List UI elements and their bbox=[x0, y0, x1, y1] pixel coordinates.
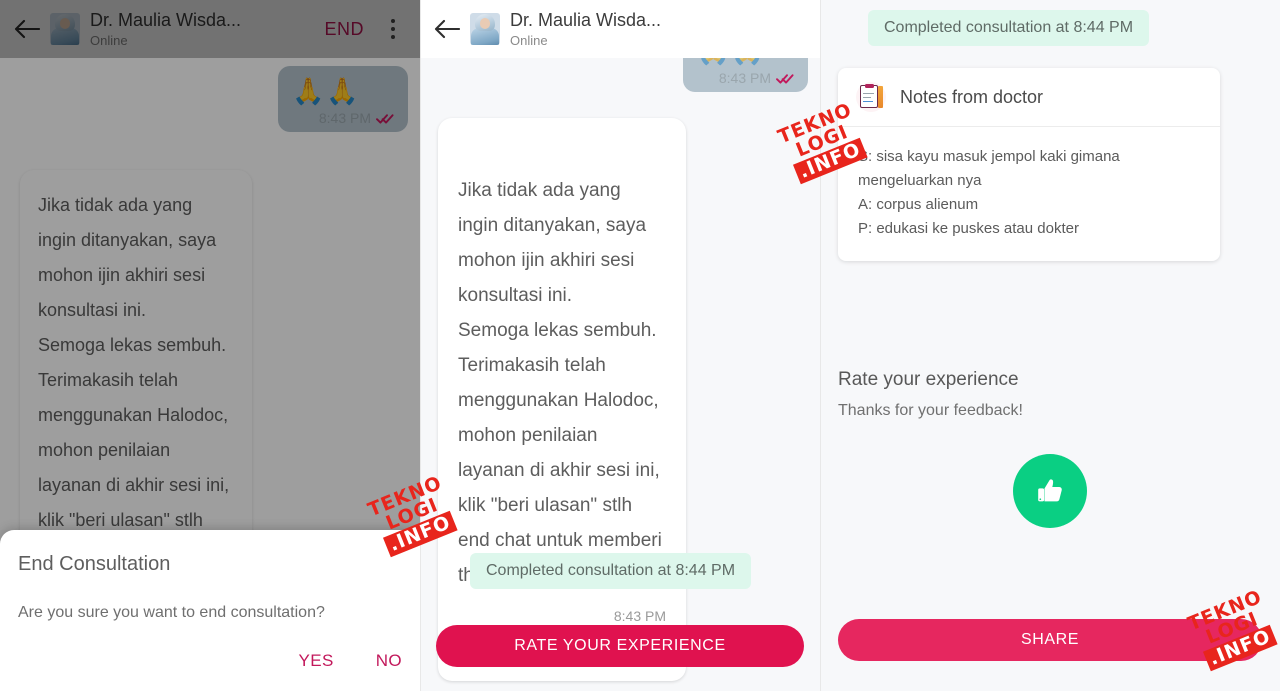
notes-card-body: S: sisa kayu masuk jempol kaki gimana me… bbox=[858, 148, 1120, 237]
chat-header-panel2: Dr. Maulia Wisda... Online bbox=[420, 0, 820, 58]
back-arrow-icon[interactable] bbox=[14, 16, 40, 42]
doctor-name: Dr. Maulia Wisda... bbox=[90, 10, 242, 30]
chat-header-panel1: Dr. Maulia Wisda... Online END bbox=[0, 0, 420, 58]
back-arrow-icon[interactable] bbox=[434, 16, 460, 42]
rate-your-experience-button[interactable]: RATE YOUR EXPERIENCE bbox=[436, 625, 804, 667]
chat-body-panel3: Completed consultation at 8:44 PM Notes … bbox=[820, 0, 1280, 691]
three-panel-screenshot: Dr. Maulia Wisda... Online END 🙏🙏 8:43 P… bbox=[0, 0, 1280, 691]
received-message-bubble: Jika tidak ada yang ingin ditanyakan, sa… bbox=[438, 118, 686, 681]
notes-card-header: Notes from doctor bbox=[838, 68, 1220, 126]
doctor-status: Online bbox=[510, 33, 548, 48]
panel-end-consultation-dialog: Dr. Maulia Wisda... Online END 🙏🙏 8:43 P… bbox=[0, 0, 420, 691]
end-consultation-dialog: End Consultation Are you sure you want t… bbox=[0, 530, 420, 691]
panel-divider-2 bbox=[820, 0, 821, 691]
thumbs-up-icon[interactable] bbox=[1013, 454, 1087, 528]
header-text-block: Dr. Maulia Wisda... Online bbox=[510, 9, 806, 49]
share-button[interactable]: SHARE bbox=[838, 619, 1262, 661]
double-check-icon bbox=[776, 73, 794, 84]
kebab-menu-icon[interactable] bbox=[380, 18, 406, 40]
system-message-wrapper: Completed consultation at 8:44 PM bbox=[868, 10, 1150, 46]
sent-message-bubble-partial: 🙏🙏 8:43 PM bbox=[683, 58, 808, 92]
end-consultation-button[interactable]: END bbox=[318, 17, 370, 42]
system-message-wrapper: Completed consultation at 8:44 PM bbox=[470, 553, 752, 589]
doctor-name: Dr. Maulia Wisda... bbox=[510, 10, 662, 30]
doctor-avatar[interactable] bbox=[50, 13, 80, 45]
panel-divider-1 bbox=[420, 0, 421, 691]
clipboard-notes-icon bbox=[856, 82, 886, 112]
dialog-title: End Consultation bbox=[18, 553, 171, 575]
sent-time: 8:43 PM bbox=[318, 110, 371, 126]
doctor-status: Online bbox=[90, 33, 128, 48]
rate-section-title: Rate your experience bbox=[838, 369, 1019, 390]
emoji-content: 🙏🙏 bbox=[292, 76, 361, 106]
dialog-no-button[interactable]: NO bbox=[376, 651, 402, 671]
rate-section-subtitle: Thanks for your feedback! bbox=[838, 402, 1023, 419]
dialog-actions: YES NO bbox=[298, 651, 402, 671]
doctor-avatar[interactable] bbox=[470, 13, 500, 45]
chat-body-panel2: 🙏🙏 8:43 PM Jika tidak ada yang ingin dit… bbox=[420, 58, 820, 691]
received-message-text: Jika tidak ada yang ingin ditanyakan, sa… bbox=[458, 180, 662, 586]
rate-experience-section: Rate your experience Thanks for your fee… bbox=[838, 368, 1262, 528]
notes-from-doctor-card[interactable]: Notes from doctor S: sisa kayu masuk jem… bbox=[838, 68, 1220, 261]
panel-feedback-submitted: Completed consultation at 8:44 PM Notes … bbox=[820, 0, 1280, 691]
panel-rate-experience-cta: Dr. Maulia Wisda... Online 🙏🙏 8:43 PM Ji… bbox=[420, 0, 820, 691]
double-check-icon bbox=[376, 113, 394, 124]
sent-time: 8:43 PM bbox=[718, 70, 771, 86]
sent-message-bubble: 🙏🙏 8:43 PM bbox=[278, 66, 408, 132]
notes-card-title: Notes from doctor bbox=[900, 86, 1044, 107]
completed-consultation-pill: Completed consultation at 8:44 PM bbox=[868, 10, 1150, 46]
dialog-yes-button[interactable]: YES bbox=[298, 651, 333, 671]
dialog-message: Are you sure you want to end consultatio… bbox=[18, 604, 325, 621]
header-text-block: Dr. Maulia Wisda... Online bbox=[90, 9, 308, 49]
completed-consultation-pill: Completed consultation at 8:44 PM bbox=[470, 553, 752, 589]
